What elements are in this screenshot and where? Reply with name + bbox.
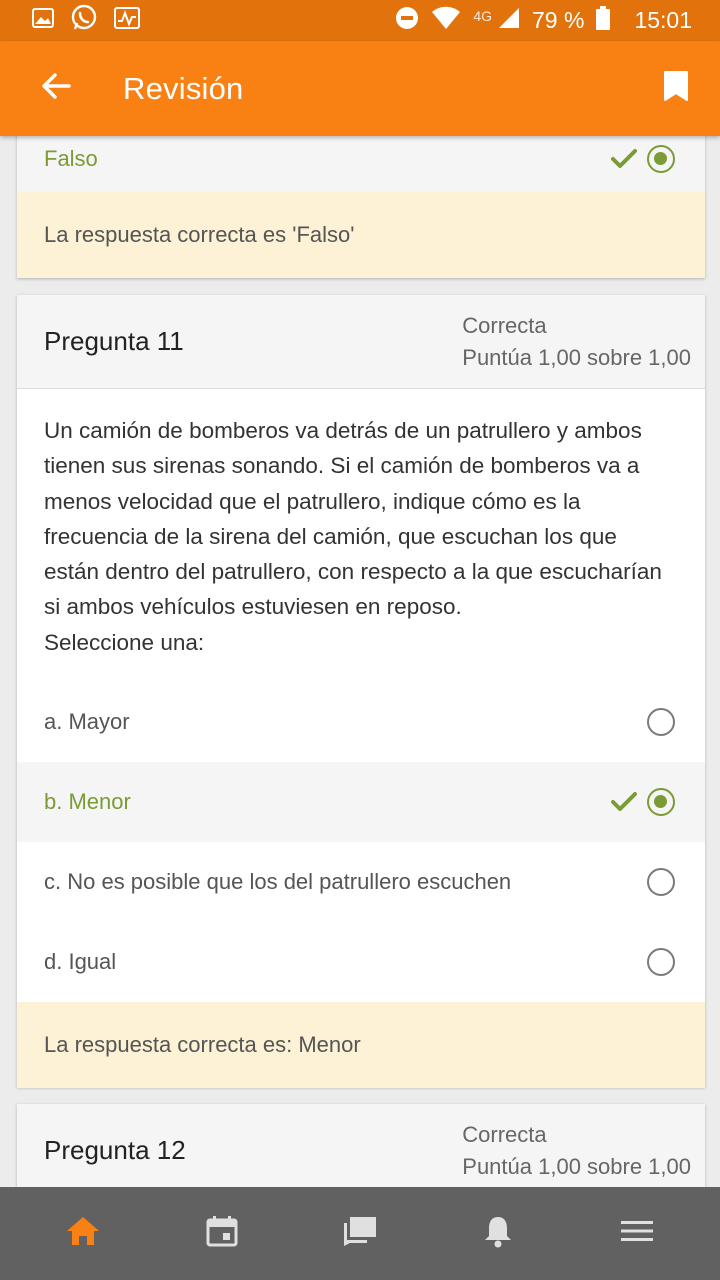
radio-selected-icon[interactable] xyxy=(647,788,675,817)
nav-messages[interactable] xyxy=(330,1204,390,1264)
question-score: Puntúa 1,00 sobre 1,00 xyxy=(462,1153,691,1179)
question-title: Pregunta 12 xyxy=(44,1135,186,1165)
bottom-navigation xyxy=(0,1187,720,1280)
question-score: Puntúa 1,00 sobre 1,00 xyxy=(462,344,691,370)
option-c[interactable]: c. No es posible que los del patrullero … xyxy=(17,842,705,922)
whatsapp-notification-icon xyxy=(70,4,98,37)
option-label: b. Menor xyxy=(44,789,131,815)
menu-icon xyxy=(620,1219,653,1248)
signal-icon xyxy=(498,7,520,35)
bookmark-icon xyxy=(663,70,689,107)
correct-answer-feedback: La respuesta correcta es: Menor xyxy=(17,1002,705,1089)
check-icon xyxy=(611,145,639,173)
question-card-11: Pregunta 11 Correcta Puntúa 1,00 sobre 1… xyxy=(17,295,705,1089)
question-card-previous: Falso La respuesta correcta es 'Falso' xyxy=(17,136,705,278)
question-card-12: Pregunta 12 Correcta Puntúa 1,00 sobre 1… xyxy=(17,1104,705,1187)
clock: 15:01 xyxy=(634,7,692,33)
feedback-text: La respuesta correcta es 'Falso' xyxy=(44,222,355,247)
option-a[interactable]: a. Mayor xyxy=(17,682,705,762)
do-not-disturb-icon xyxy=(395,6,419,36)
question-meta: Correcta Puntúa 1,00 sobre 1,00 xyxy=(462,310,691,374)
activity-notification-icon xyxy=(114,7,140,34)
nav-menu[interactable] xyxy=(607,1204,667,1264)
question-header: Pregunta 11 Correcta Puntúa 1,00 sobre 1… xyxy=(17,295,705,389)
radio-unselected-icon[interactable] xyxy=(647,868,675,897)
radio-unselected-icon[interactable] xyxy=(647,708,675,737)
option-label: d. Igual xyxy=(44,949,117,975)
messages-icon xyxy=(342,1215,378,1252)
question-meta: Correcta Puntúa 1,00 sobre 1,00 xyxy=(462,1119,691,1183)
option-d[interactable]: d. Igual xyxy=(17,922,705,1002)
question-text: Un camión de bomberos va detrás de un pa… xyxy=(44,418,662,620)
gallery-notification-icon xyxy=(32,7,54,34)
calendar-icon xyxy=(206,1215,238,1252)
review-scroll-area[interactable]: Falso La respuesta correcta es 'Falso' P… xyxy=(0,136,720,1187)
option-label: Falso xyxy=(44,146,98,171)
radio-selected-icon[interactable] xyxy=(647,145,675,173)
notifications-icon xyxy=(483,1214,513,1253)
nav-calendar[interactable] xyxy=(192,1204,252,1264)
app-bar: Revisión xyxy=(0,41,720,136)
question-text-block: Un camión de bomberos va detrás de un pa… xyxy=(17,389,705,672)
question-status: Correcta xyxy=(462,1121,547,1147)
question-header: Pregunta 12 Correcta Puntúa 1,00 sobre 1… xyxy=(17,1104,705,1187)
radio-unselected-icon[interactable] xyxy=(647,948,675,977)
option-label: a. Mayor xyxy=(44,709,130,735)
bookmark-button[interactable] xyxy=(656,69,696,109)
question-title: Pregunta 11 xyxy=(44,326,184,356)
option-b[interactable]: b. Menor xyxy=(17,762,705,843)
option-label: c. No es posible que los del patrullero … xyxy=(44,869,512,895)
nav-home[interactable] xyxy=(53,1204,113,1264)
question-status: Correcta xyxy=(462,312,547,338)
page-title: Revisión xyxy=(123,70,244,106)
check-icon xyxy=(611,788,639,816)
battery-percent: 79 % xyxy=(532,7,585,33)
nav-notifications[interactable] xyxy=(468,1204,528,1264)
feedback-text: La respuesta correcta es: Menor xyxy=(44,1032,361,1058)
arrow-back-icon xyxy=(41,72,71,105)
battery-icon xyxy=(596,5,611,36)
wifi-icon xyxy=(431,6,461,36)
network-type: 4G xyxy=(473,7,492,24)
back-button[interactable] xyxy=(36,69,76,109)
correct-answer-feedback: La respuesta correcta es 'Falso' xyxy=(17,192,705,278)
option-falso[interactable]: Falso xyxy=(17,136,705,192)
question-instruction: Seleccione una: xyxy=(44,629,205,655)
home-icon xyxy=(66,1216,100,1251)
status-bar: 4G 79 % 15:01 xyxy=(0,0,720,41)
